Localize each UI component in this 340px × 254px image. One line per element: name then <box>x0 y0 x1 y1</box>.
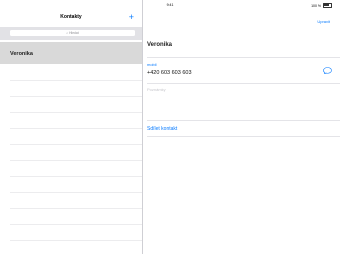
contacts-list-pane: Kontakty + ⌕ Hledat Veronika <box>0 0 143 254</box>
list-separator <box>10 144 142 145</box>
contact-row-selected[interactable]: Veronika <box>0 42 142 64</box>
edit-button[interactable]: Upravit <box>317 19 330 24</box>
contact-detail-pane: Upravit Veronika mobil +420 603 603 603 … <box>143 0 340 254</box>
list-separator <box>10 160 142 161</box>
list-separator <box>10 112 142 113</box>
detail-separator <box>147 136 340 137</box>
list-separator <box>10 80 142 81</box>
message-icon[interactable] <box>323 67 332 74</box>
search-input[interactable]: ⌕ Hledat <box>10 30 135 36</box>
page-title: Kontakty <box>60 14 82 20</box>
phone-type-label: mobil <box>147 62 157 67</box>
master-nav-bar: Kontakty + <box>0 9 142 25</box>
search-bar: ⌕ Hledat <box>0 27 142 40</box>
detail-separator <box>147 120 340 121</box>
detail-separator <box>147 83 340 84</box>
detail-separator <box>147 57 340 58</box>
list-separator <box>10 96 142 97</box>
notes-field[interactable]: Poznámky <box>147 87 166 92</box>
contact-name: Veronika <box>147 42 173 48</box>
list-separator <box>10 192 142 193</box>
contact-name-label: Veronika <box>10 51 33 57</box>
list-separator <box>10 240 142 241</box>
add-contact-button[interactable]: + <box>129 11 134 23</box>
list-separator <box>10 128 142 129</box>
search-placeholder: Hledat <box>69 31 79 35</box>
list-separator <box>10 176 142 177</box>
list-separator <box>10 208 142 209</box>
share-contact-button[interactable]: Sdílet kontakt <box>147 126 177 132</box>
phone-number[interactable]: +420 603 603 603 <box>147 70 192 76</box>
list-separator <box>10 224 142 225</box>
